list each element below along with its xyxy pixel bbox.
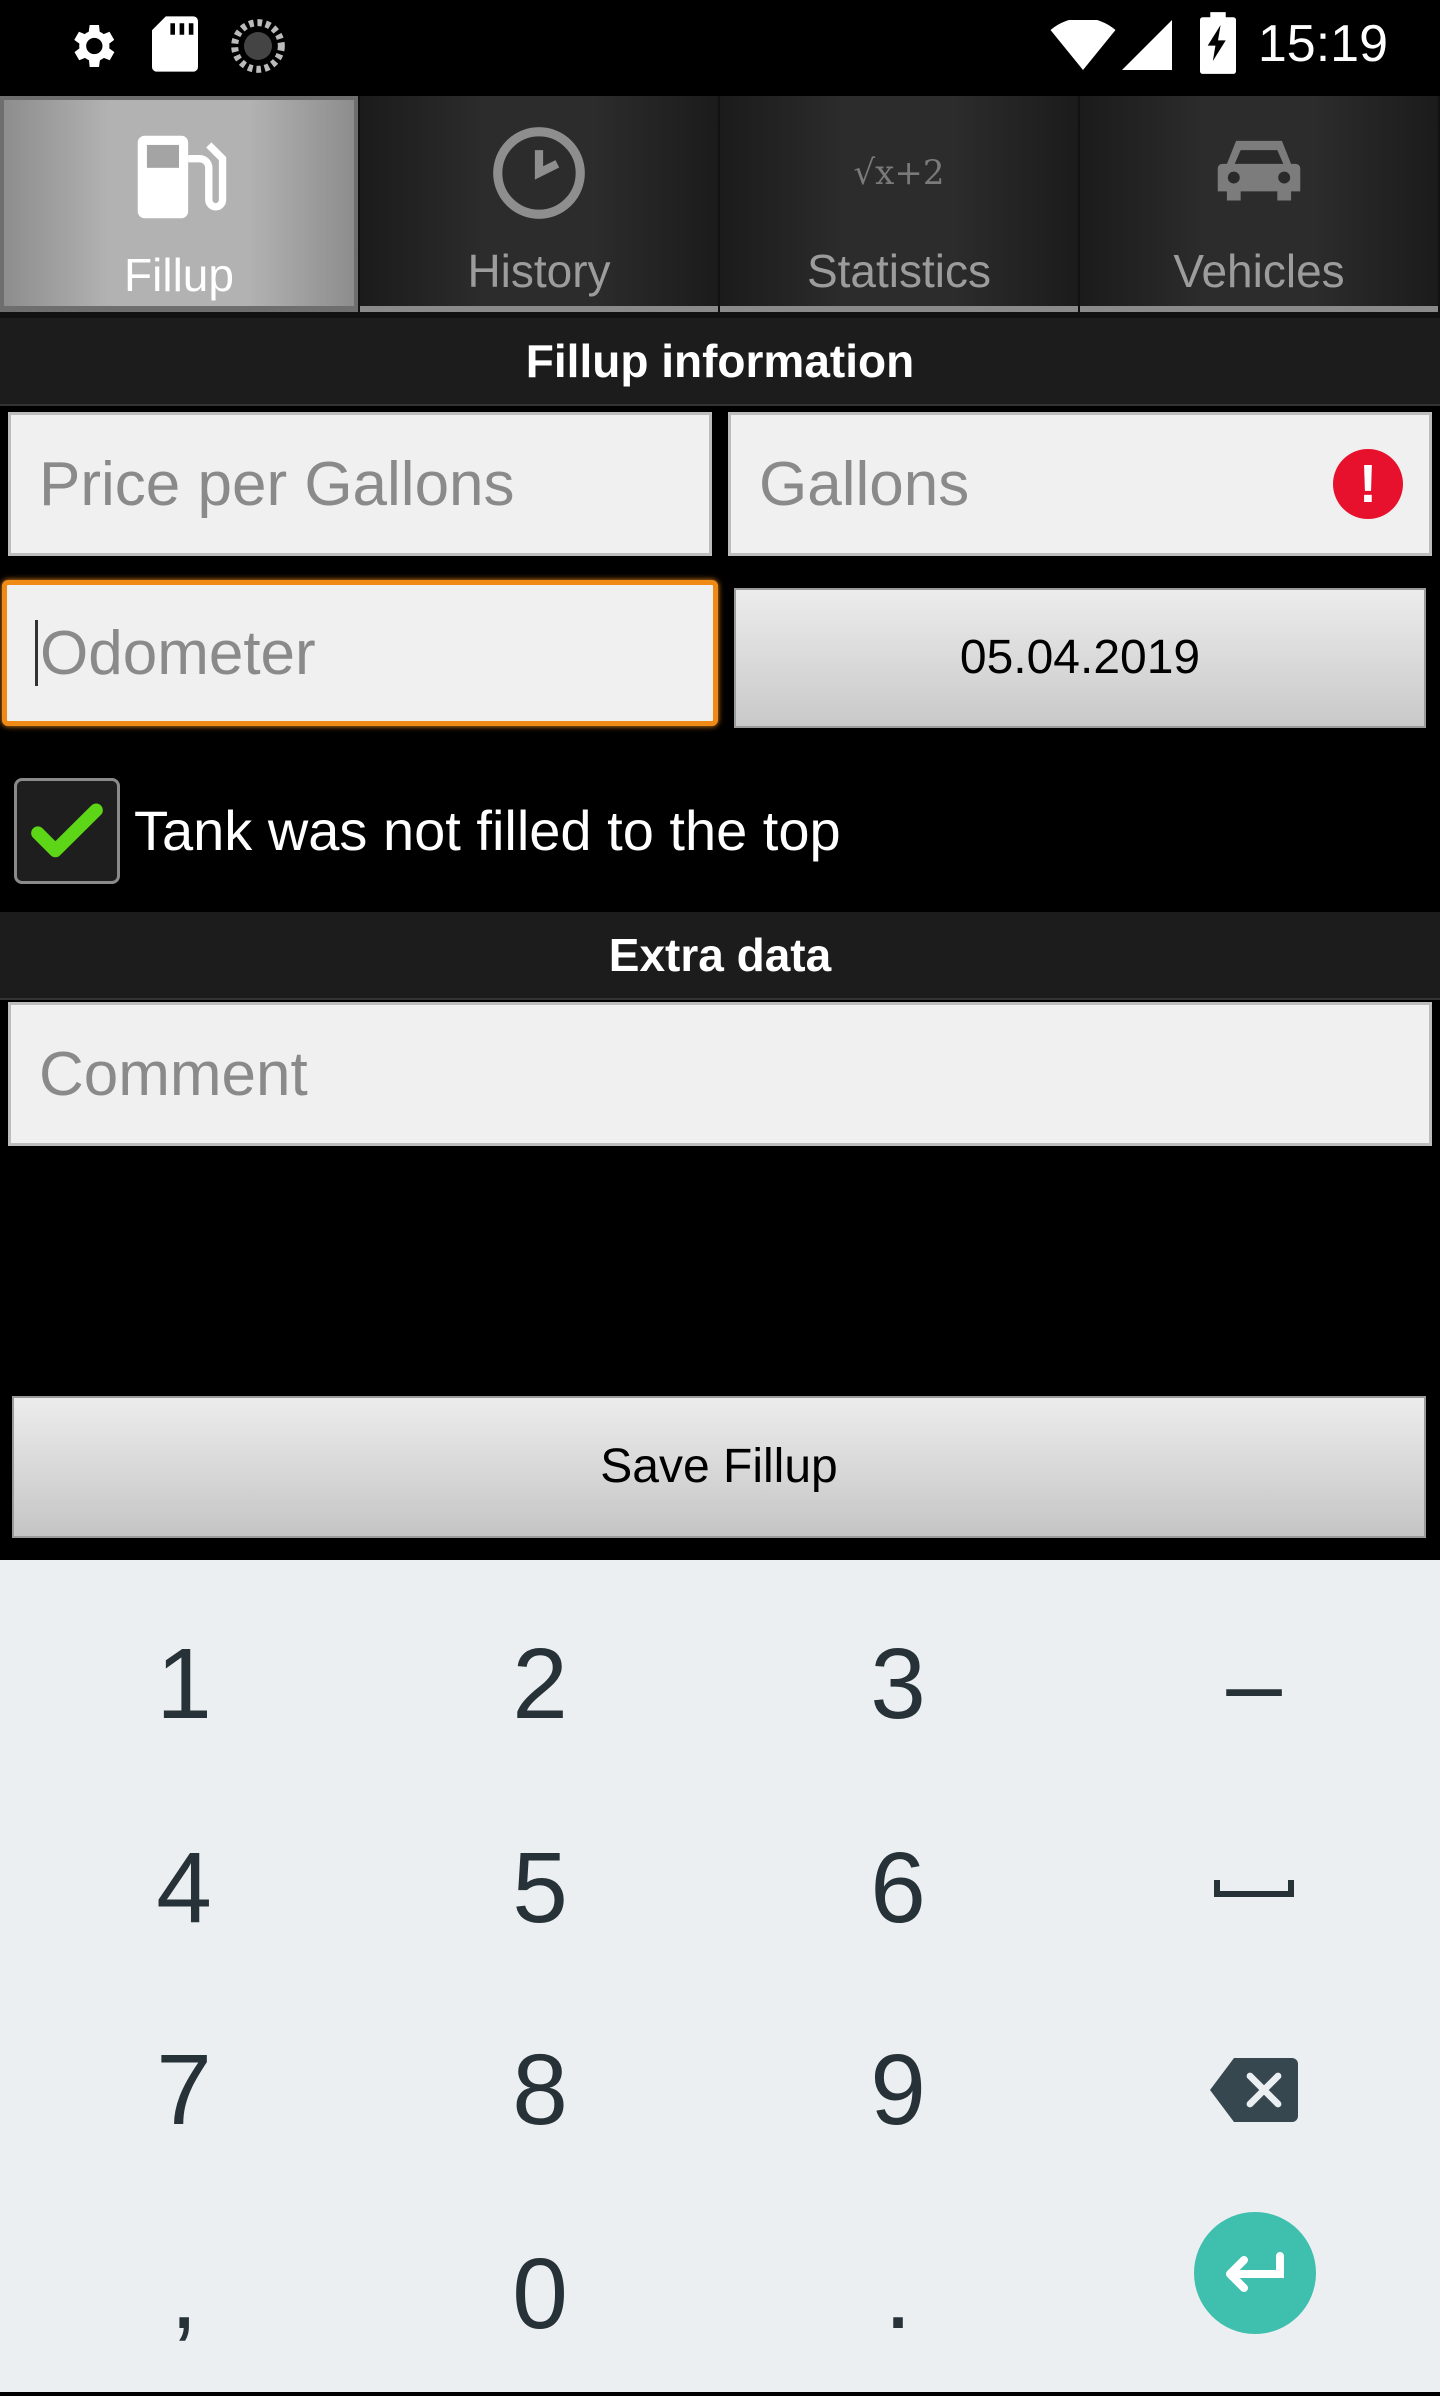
tab-history[interactable]: History [360, 96, 718, 312]
key-9[interactable]: 9 [718, 1988, 1078, 2192]
backspace-icon [1210, 2058, 1298, 2122]
section-header-fillup: Fillup information [0, 318, 1440, 406]
section-header-extra: Extra data [0, 912, 1440, 1000]
space-icon [1214, 1880, 1294, 1897]
signal-icon [1122, 20, 1172, 70]
tab-vehicles[interactable]: Vehicles [1080, 96, 1438, 312]
key-period[interactable]: . [718, 2192, 1078, 2396]
tab-label: Fillup [124, 249, 234, 301]
checkmark-icon [31, 803, 103, 858]
key-enter[interactable] [1194, 2212, 1316, 2334]
tab-bar: Fillup History √x+2 Statistics Vehicles [0, 96, 1440, 318]
tab-label: Statistics [806, 245, 992, 297]
price-placeholder: Price per Gallons [39, 449, 515, 519]
car-icon [1217, 140, 1301, 201]
key-4[interactable]: 4 [4, 1786, 364, 1990]
sd-card-icon [152, 16, 198, 72]
tank-not-full-checkbox[interactable] [14, 778, 120, 884]
clock-icon [493, 127, 585, 219]
tab-label: History [467, 245, 611, 297]
key-2[interactable]: 2 [360, 1582, 720, 1786]
price-per-gallon-input[interactable]: Price per Gallons [8, 412, 712, 556]
key-7[interactable]: 7 [4, 1988, 364, 2192]
key-backspace[interactable] [1074, 1988, 1434, 2192]
tank-not-full-label: Tank was not filled to the top [134, 799, 841, 862]
sync-icon [231, 19, 285, 73]
gallons-input[interactable]: Gallons ! [728, 412, 1432, 556]
key-0[interactable]: 0 [360, 2192, 720, 2396]
fuel-pump-icon [137, 135, 227, 219]
key-space[interactable] [1074, 1786, 1434, 1990]
key-comma[interactable]: , [4, 2192, 364, 2396]
comment-placeholder: Comment [39, 1039, 308, 1109]
enter-icon [1226, 2252, 1284, 2292]
tab-label: Vehicles [1173, 245, 1345, 297]
comment-input[interactable]: Comment [8, 1002, 1432, 1146]
odometer-placeholder: Odometer [40, 618, 316, 688]
key-1[interactable]: 1 [4, 1582, 364, 1786]
date-picker-button[interactable]: 05.04.2019 [734, 588, 1426, 728]
key-minus[interactable]: – [1074, 1582, 1434, 1786]
wifi-icon [1050, 20, 1116, 70]
save-fillup-button[interactable]: Save Fillup [12, 1396, 1426, 1538]
text-cursor [35, 620, 38, 686]
odometer-input[interactable]: Odometer [2, 580, 718, 726]
status-time: 15:19 [1257, 15, 1388, 73]
key-5[interactable]: 5 [360, 1786, 720, 1990]
gallons-placeholder: Gallons [759, 449, 970, 519]
tab-statistics[interactable]: √x+2 Statistics [720, 96, 1078, 312]
key-6[interactable]: 6 [718, 1786, 1078, 1990]
settings-icon [74, 25, 115, 67]
formula-icon: √x+2 [853, 153, 945, 193]
error-icon: ! [1333, 449, 1403, 519]
battery-charging-icon [1200, 12, 1236, 74]
key-8[interactable]: 8 [360, 1988, 720, 2192]
tab-fillup[interactable]: Fillup [0, 96, 358, 312]
key-3[interactable]: 3 [718, 1582, 1078, 1786]
status-bar: 15:19 [0, 0, 1440, 96]
